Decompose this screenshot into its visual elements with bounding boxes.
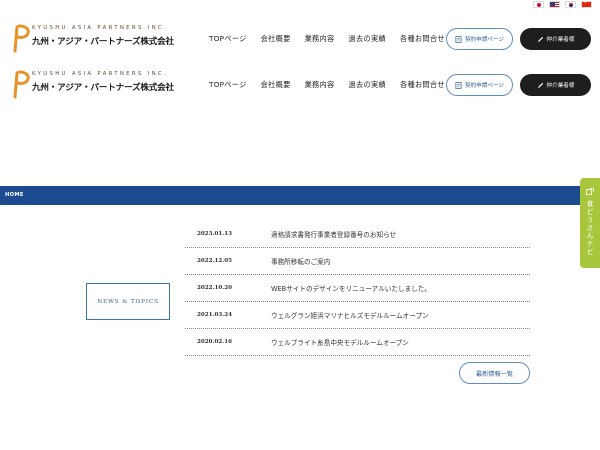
main-nav: TOPページ 会社概要 業務内容 過去の実績 各種お問合せ (209, 34, 445, 44)
pen-icon (537, 36, 543, 42)
side-navi-label: 食どうさんナビ (586, 200, 594, 256)
breadcrumb: HOME (0, 186, 600, 205)
news-list: 2023.01.13 適格請求書発行事業者登録番号のお知らせ 2022.12.0… (185, 221, 530, 356)
document-icon (455, 35, 462, 43)
contract-application-label: 契約申請ページ (464, 37, 505, 43)
sticky-header: KYUSHU ASIA PARTNERS INC. 九州・アジア・パートナーズ株… (0, 62, 600, 110)
news-date: 2023.01.13 (197, 231, 233, 237)
news-title[interactable]: ウェルグラン姪浜マリナヒルズモデルルームオープン (271, 310, 429, 320)
side-navi-tab[interactable]: 食どうさんナビ (580, 178, 600, 268)
news-title[interactable]: 事務所移転のご案内 (271, 256, 330, 266)
nav-top[interactable]: TOPページ (209, 34, 247, 44)
news-heading: NEWS & TOPICS (97, 298, 159, 305)
flag-us-icon[interactable] (549, 1, 560, 8)
news-title[interactable]: ウェルブライト糸島中央モデルルームオープン (271, 337, 409, 347)
main-nav: TOPページ 会社概要 業務内容 過去の実績 各種お問合せ (209, 80, 445, 90)
flag-cn-icon[interactable] (581, 1, 592, 8)
nav-business[interactable]: 業務内容 (305, 80, 335, 90)
contract-application-button[interactable]: 契約申請ページ (446, 74, 513, 96)
agent-label: 仲介業者様 (546, 37, 575, 43)
list-item[interactable]: 2022.10.20 WEBサイトのデザインをリニューアルいたしました。 (185, 275, 530, 302)
logo-mark-icon (13, 70, 30, 99)
logo-english-text: KYUSHU ASIA PARTNERS INC. (32, 71, 168, 77)
logo-english-text: KYUSHU ASIA PARTNERS INC. (32, 25, 168, 31)
external-link-icon (586, 188, 594, 195)
breadcrumb-home-link[interactable]: HOME (5, 192, 24, 198)
list-item[interactable]: 2020.02.16 ウェルブライト糸島中央モデルルームオープン (185, 329, 530, 356)
news-date: 2022.10.20 (197, 285, 233, 291)
nav-business[interactable]: 業務内容 (305, 34, 335, 44)
logo-japanese-text: 九州・アジア・パートナーズ株式会社 (32, 37, 174, 47)
contract-application-label: 契約申請ページ (464, 83, 505, 89)
nav-achievements[interactable]: 過去の実績 (349, 80, 386, 90)
list-item[interactable]: 2022.12.05 事務所移転のご案内 (185, 248, 530, 275)
site-header: KYUSHU ASIA PARTNERS INC. 九州・アジア・パートナーズ株… (0, 16, 600, 64)
news-date: 2020.02.16 (197, 339, 233, 345)
list-item[interactable]: 2023.01.13 適格請求書発行事業者登録番号のお知らせ (185, 221, 530, 248)
news-title[interactable]: 適格請求書発行事業者登録番号のお知らせ (271, 229, 396, 239)
nav-contact[interactable]: 各種お問合せ (400, 80, 445, 90)
flag-jp-icon[interactable] (533, 1, 544, 8)
nav-top[interactable]: TOPページ (209, 80, 247, 90)
nav-company[interactable]: 会社概要 (261, 34, 291, 44)
company-logo[interactable]: KYUSHU ASIA PARTNERS INC. 九州・アジア・パートナーズ株… (10, 23, 174, 55)
agent-label: 仲介業者様 (546, 83, 575, 89)
news-date: 2022.12.05 (197, 258, 233, 264)
contract-application-button[interactable]: 契約申請ページ (446, 28, 513, 50)
document-icon (455, 81, 462, 89)
logo-japanese-text: 九州・アジア・パートナーズ株式会社 (32, 83, 174, 93)
news-title[interactable]: WEBサイトのデザインをリニューアルいたしました。 (271, 283, 431, 293)
more-news-label: 最新情報一覧 (475, 370, 514, 378)
nav-contact[interactable]: 各種お問合せ (400, 34, 445, 44)
nav-company[interactable]: 会社概要 (261, 80, 291, 90)
agent-button[interactable]: 仲介業者様 (520, 28, 591, 50)
more-news-button[interactable]: 最新情報一覧 (459, 362, 530, 384)
nav-achievements[interactable]: 過去の実績 (349, 34, 386, 44)
logo-mark-icon (13, 24, 30, 53)
list-item[interactable]: 2021.03.24 ウェルグラン姪浜マリナヒルズモデルルームオープン (185, 302, 530, 329)
news-heading-box: NEWS & TOPICS (86, 283, 170, 320)
language-switcher (533, 1, 592, 8)
pen-icon (537, 82, 543, 88)
flag-kr-icon[interactable] (565, 1, 576, 8)
company-logo[interactable]: KYUSHU ASIA PARTNERS INC. 九州・アジア・パートナーズ株… (10, 69, 174, 101)
news-date: 2021.03.24 (197, 312, 233, 318)
agent-button[interactable]: 仲介業者様 (520, 74, 591, 96)
